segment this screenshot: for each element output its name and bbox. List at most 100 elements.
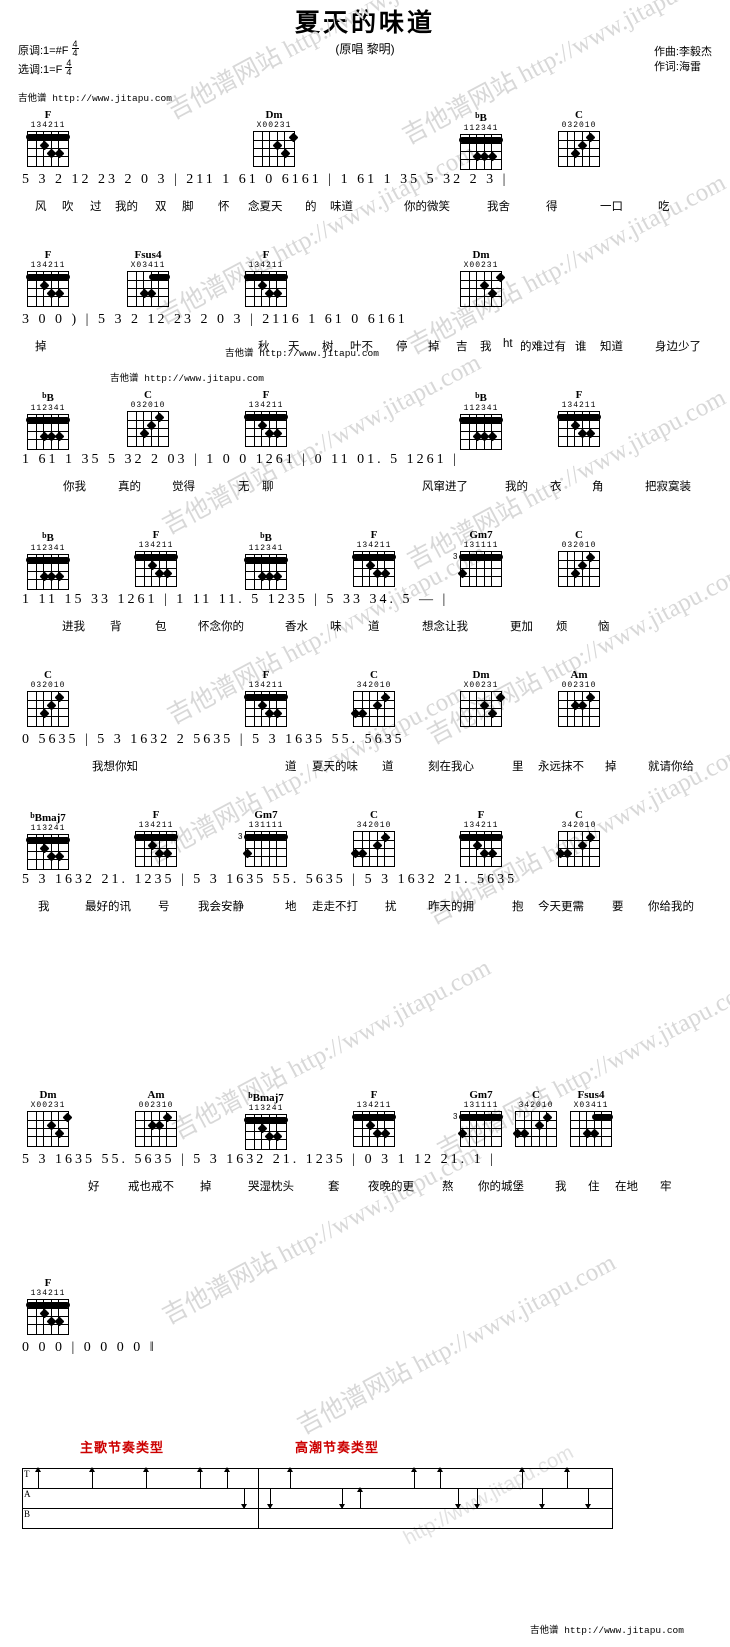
fret-line xyxy=(246,1123,286,1124)
lyric-syllable: 刻在我心 xyxy=(428,761,474,773)
lyric-syllable: 谁 xyxy=(575,341,587,353)
upstroke-arrow xyxy=(437,1467,443,1488)
lyric-syllable: 扰 xyxy=(385,901,397,913)
barre-bar xyxy=(26,417,70,423)
site-note-mid1: 吉他谱 http://www.jitapu.com xyxy=(110,373,264,384)
lyric-syllable: 进我 xyxy=(62,621,85,633)
upstroke-arrow xyxy=(519,1467,525,1488)
fret-line xyxy=(28,1308,68,1309)
fret-line xyxy=(559,716,599,717)
fret-line xyxy=(571,1136,611,1137)
fret-line xyxy=(246,296,286,297)
barre-bar xyxy=(148,274,170,280)
tab-clef-letter: T xyxy=(24,1469,30,1479)
fret-line xyxy=(128,420,168,421)
upstroke-arrow xyxy=(357,1487,363,1508)
chord-name: Am xyxy=(147,1089,165,1101)
chord-diagram-bb: bB 112341 xyxy=(455,110,507,170)
note-row: 5 3 1635 55. 5635 | 5 3 1632 21. 1235 | … xyxy=(0,1148,730,1178)
lyric-syllable: 你给我的 xyxy=(648,901,694,913)
fret-line xyxy=(354,560,394,561)
fretboard-grid xyxy=(134,551,178,587)
chord-fingering: 032010 xyxy=(561,541,597,550)
lyric-syllable: 怀 xyxy=(218,201,230,213)
chord-name: Am xyxy=(570,669,588,681)
note-row: 0 0 0 | 0 0 0 0 ‖ xyxy=(0,1336,730,1366)
lyric-syllable: 吉 xyxy=(456,341,468,353)
chord-diagram-c2: C 342010 xyxy=(348,670,400,727)
barre-bar xyxy=(352,1114,396,1120)
fretboard-grid xyxy=(134,831,178,867)
fret-line xyxy=(28,423,68,424)
lyric-syllable: 地 xyxy=(285,901,297,913)
string-line xyxy=(35,1112,37,1146)
fret-line xyxy=(246,280,286,281)
string-line xyxy=(269,132,271,166)
lyric-syllable: 吃 xyxy=(658,201,670,213)
upstroke-arrow xyxy=(564,1467,570,1488)
fret-line xyxy=(28,859,68,860)
chord-name: Dm xyxy=(265,109,283,121)
chord-name: C xyxy=(575,529,583,541)
string-line xyxy=(566,132,568,166)
string-line xyxy=(531,1112,533,1146)
fret-line xyxy=(128,436,168,437)
numbered-notation: 3 0 0 ) | 5 3 2 12 23 2 0 3 | 2116 1 61 … xyxy=(22,312,408,327)
chord-diagram-f: F 134211 xyxy=(22,1278,74,1335)
lyric-syllable: 道 xyxy=(382,761,394,773)
chord-name: C xyxy=(370,669,378,681)
lyric-syllable: 的 xyxy=(305,201,317,213)
fret-line xyxy=(254,148,294,149)
flat-sign: b xyxy=(42,391,47,400)
lyric-syllable: 就请你给 xyxy=(648,761,694,773)
chord-diagram-c2: C 342010 xyxy=(348,810,400,867)
chord-name: bBmaj7 xyxy=(248,1091,284,1104)
lyric-syllable: 叶不 xyxy=(350,341,373,353)
fretboard-grid xyxy=(558,551,600,587)
downstroke-arrow xyxy=(585,1488,591,1509)
lyric-syllable: 想念让我 xyxy=(422,621,468,633)
fretboard-grid xyxy=(460,271,505,307)
time-signature-2: 44 xyxy=(65,58,73,77)
fret-line xyxy=(354,1136,394,1137)
numbered-notation: 5 3 1635 55. 5635 | 5 3 1632 21. 1235 | … xyxy=(22,1152,496,1167)
fret-line xyxy=(246,563,286,564)
fret-line xyxy=(28,156,68,157)
lyric-syllable: 道 xyxy=(368,621,380,633)
key-signature-block: 原调:1=#F 44 选调:1=F 44 xyxy=(18,40,79,78)
tab-clef-letter: B xyxy=(24,1509,31,1519)
lyric-syllable: 掉 xyxy=(605,761,617,773)
tab-staff-line xyxy=(22,1528,612,1529)
chord-fingering: 342010 xyxy=(356,681,392,690)
fretboard-grid xyxy=(350,691,395,727)
fretboard-grid xyxy=(352,1111,396,1147)
lyric-syllable: 真的 xyxy=(118,481,141,493)
lyric-syllable: 风窜进了 xyxy=(422,481,468,493)
chord-fingering: X03411 xyxy=(130,261,166,270)
lyric-syllable: 夜晚的更 xyxy=(368,1181,414,1193)
lyric-syllable: 牢 xyxy=(660,1181,672,1193)
fret-line xyxy=(28,1136,68,1137)
fretboard-grid xyxy=(352,551,396,587)
selected-key: 选调:1=F xyxy=(18,64,63,76)
fret-line xyxy=(354,840,394,841)
fret-line xyxy=(28,140,68,141)
fret-line xyxy=(461,431,501,432)
flat-sign: b xyxy=(260,531,265,540)
lyric-syllable: 掉 xyxy=(200,1181,212,1193)
lyric-syllable: 衣 xyxy=(550,481,562,493)
chord-diagram-f: F 134211 xyxy=(22,250,74,307)
fretboard-grid xyxy=(27,691,69,727)
fretboard-grid xyxy=(557,411,601,447)
string-line xyxy=(476,272,478,306)
fretboard-grid xyxy=(459,414,503,450)
fret-line xyxy=(136,560,176,561)
chord-row: bB 112341 F 134211 bB 112341 F 134211 Gm7 131111 3… xyxy=(0,529,730,590)
fretboard-grid xyxy=(26,131,70,167)
chord-diagram-f: F 134211 xyxy=(240,250,292,307)
fret-line xyxy=(254,140,294,141)
fret-line xyxy=(28,280,68,281)
chord-diagram-c2: C 342010 xyxy=(510,1090,562,1147)
fret-line xyxy=(136,1136,176,1137)
flat-sign: b xyxy=(30,811,35,820)
